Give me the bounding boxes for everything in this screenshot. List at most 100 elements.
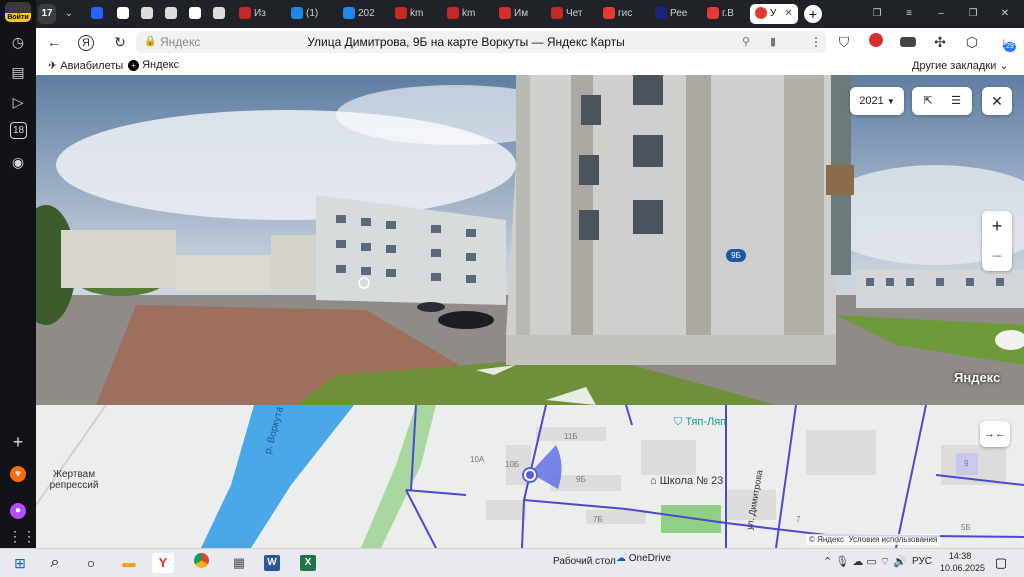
network-icon[interactable]: ⌔ [880, 556, 890, 568]
cloud-icon: ☁ [616, 553, 626, 564]
menu-lines-icon[interactable]: ☰ [942, 87, 970, 115]
play-icon[interactable]: ▷ [8, 92, 28, 112]
clock-icon[interactable]: ◷ [8, 32, 28, 52]
close-window-icon[interactable]: ✕ [996, 4, 1014, 24]
address-bar[interactable]: 🔒 Яндекс Улица Димитрова, 9Б на карте Во… [136, 31, 826, 53]
restore-icon[interactable]: ❐ [964, 4, 982, 24]
memorial-label[interactable]: Жертвам репрессий [44, 469, 104, 491]
chrome-icon[interactable] [190, 553, 212, 573]
onedrive-label[interactable]: ☁ OneDrive [616, 553, 671, 564]
clock[interactable]: 14:38 10.06.2025 [940, 550, 986, 574]
plane-icon: ✈ [48, 60, 58, 72]
zoom-out-button[interactable]: − [982, 241, 1012, 271]
tab-groups-icon[interactable]: ❐ [868, 4, 886, 24]
other-bookmarks[interactable]: Другие закладки ⌄ [912, 59, 1009, 72]
street-panorama[interactable]: 9Б 2021 ▼ ⇱ ☰ ✕ + − Яндекс [36, 75, 1024, 405]
bookmark-yandex[interactable]: + Яндекс [128, 59, 179, 71]
protect-shield-icon[interactable]: ⛉ [834, 32, 854, 52]
building-5b: 5Б [961, 523, 971, 532]
bookmark-avia[interactable]: ✈ Авиабилеты [48, 59, 123, 72]
tab-5[interactable]: km [442, 4, 490, 24]
cloud-tray-icon[interactable]: ☁ [852, 556, 863, 568]
windows-taskbar: ⊞ ⌕ ○ ▬ Y ▦ W X Рабочий стол ☁ OneDrive … [0, 548, 1024, 577]
desktop-label[interactable]: Рабочий стол [553, 556, 616, 567]
add-panel-icon[interactable]: + [8, 432, 28, 452]
login-button[interactable]: Войти [5, 13, 31, 22]
collections-icon[interactable]: ▤ [8, 62, 28, 82]
zoom-in-button[interactable]: + [982, 211, 1012, 241]
building-9: 9 [964, 459, 969, 468]
cortana-icon[interactable]: ○ [80, 553, 102, 573]
yandex-plus-icon: + [128, 60, 139, 71]
menu-dots-icon[interactable]: ⋮ [806, 32, 826, 52]
excel-icon[interactable]: X [300, 555, 316, 571]
tab-3[interactable]: 202 [338, 4, 386, 24]
tab-2[interactable]: (1) [286, 4, 334, 24]
tray-icons: ⌃ 🎙 ☁ ▭ ⌔ 🔊 [823, 555, 907, 569]
minimize-icon[interactable]: – [932, 4, 950, 24]
panorama-tools: ⇱ ☰ [912, 87, 972, 115]
battery-icon[interactable]: ▭ [866, 556, 876, 568]
age-18-icon[interactable]: 18 [10, 122, 27, 139]
tab-favicon-6[interactable] [208, 4, 230, 24]
close-panorama-button[interactable]: ✕ [982, 87, 1012, 115]
year-select[interactable]: 2021 ▼ [850, 87, 904, 115]
tab-4[interactable]: km [390, 4, 438, 24]
tab-9[interactable]: Рее [650, 4, 698, 24]
terms-link[interactable]: Условия использования [848, 535, 937, 544]
profile-avatar[interactable]: Войти [5, 2, 31, 22]
tab-8[interactable]: гис [598, 4, 646, 24]
tab-favicon-2[interactable] [112, 4, 134, 24]
school-label[interactable]: ⌂ Школа № 23 [650, 475, 723, 487]
file-explorer-icon[interactable]: ▬ [118, 553, 140, 573]
microphone-icon[interactable]: 🎙 [835, 556, 849, 568]
collapse-map-button[interactable]: →← [980, 421, 1010, 447]
tab-favicon-3[interactable] [136, 4, 158, 24]
tab-7[interactable]: Чет [546, 4, 594, 24]
shop-icon: ⛉ [674, 416, 683, 428]
camera-icon[interactable]: ◉ [8, 152, 28, 172]
tab-10[interactable]: г.В [702, 4, 746, 24]
extension-dark-icon[interactable] [898, 32, 918, 52]
notifications-icon[interactable]: ▢ [990, 553, 1012, 573]
downloads-menu-icon[interactable]: ≡ [900, 4, 918, 24]
map-canvas [36, 405, 1024, 548]
download-icon[interactable]: ↓ 29 [994, 32, 1016, 52]
building-7: 7 [796, 515, 801, 524]
word-icon[interactable]: W [264, 555, 280, 571]
location-pin-icon[interactable]: ⚲ [742, 31, 750, 53]
volume-icon[interactable]: 🔊 [893, 556, 907, 568]
map-view[interactable]: р. Воркута Жертвам репрессий ⛉ Тяп-Ляп ⌂… [36, 405, 1024, 548]
tab-favicon-1[interactable] [86, 4, 108, 24]
tray-chevron-icon[interactable]: ⌃ [823, 556, 832, 568]
share-icon[interactable]: ⇱ [914, 87, 942, 115]
heart-icon[interactable]: ♥ [8, 462, 28, 482]
extensions-puzzle-icon[interactable]: ✣ [930, 32, 950, 52]
bookmark-icon[interactable]: ▮ [770, 31, 776, 53]
reload-icon[interactable]: ↻ [110, 32, 130, 52]
tab-1[interactable]: Из [234, 4, 282, 24]
tab-list-chevron-icon[interactable]: ⌄ [60, 4, 78, 24]
house-number-sign: 9Б [726, 249, 746, 262]
windows-start-icon[interactable]: ⊞ [9, 553, 31, 573]
search-icon[interactable]: ⌕ [44, 553, 66, 573]
tab-6[interactable]: Им [494, 4, 542, 24]
tab-favicon-5[interactable] [184, 4, 206, 24]
apps-grid-icon[interactable]: ⋮⋮ [8, 526, 36, 546]
shop-label[interactable]: ⛉ Тяп-Ляп [674, 416, 726, 429]
tab-counter[interactable]: 17 [38, 4, 56, 24]
translate-icon[interactable]: ⬡ [962, 32, 982, 52]
yandex-logo-icon[interactable]: Я [78, 35, 94, 51]
clock-date: 10.06.2025 [940, 563, 986, 573]
alice-icon[interactable]: ● [8, 498, 28, 519]
tab-favicon-4[interactable] [160, 4, 182, 24]
calculator-icon[interactable]: ▦ [228, 553, 250, 573]
new-tab-button[interactable]: + [804, 5, 822, 23]
language-indicator[interactable]: РУС [912, 556, 932, 567]
panorama-image [36, 75, 1024, 405]
tab-active[interactable]: У ✕ [750, 4, 798, 24]
extension-ball-icon[interactable] [866, 32, 886, 52]
back-arrow-icon[interactable]: ← [44, 32, 64, 52]
yandex-browser-icon[interactable]: Y [152, 553, 174, 573]
tab-close-icon[interactable]: ✕ [784, 8, 792, 19]
